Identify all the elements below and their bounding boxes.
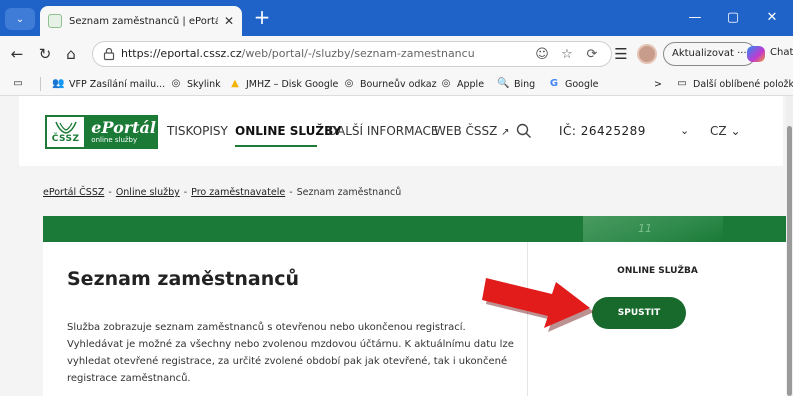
globe-icon: ◎ bbox=[171, 78, 181, 89]
minimize-button[interactable]: — bbox=[680, 8, 710, 28]
users-icon: 👥 bbox=[52, 78, 65, 89]
lock-icon[interactable] bbox=[102, 47, 116, 61]
new-tab-button[interactable]: + bbox=[252, 7, 272, 28]
language-switch[interactable]: CZ ⌄ bbox=[710, 124, 741, 138]
bookmarks-divider bbox=[40, 77, 41, 91]
bookmark-jmhz[interactable]: ▲ JMHZ – Disk Google bbox=[229, 76, 338, 92]
other-favorites-folder[interactable]: ▭ Další oblíbené položky bbox=[676, 76, 793, 92]
google-icon: G bbox=[549, 78, 559, 89]
chevron-down-icon[interactable]: ⌄ bbox=[680, 124, 689, 137]
favorite-star-icon[interactable]: ☆ bbox=[558, 46, 576, 64]
globe-icon: ◎ bbox=[344, 78, 354, 89]
breadcrumb-current: Seznam zaměstnanců bbox=[296, 187, 402, 198]
tab-strip-icon[interactable]: ▭ bbox=[10, 76, 31, 92]
folder-icon: ▭ bbox=[677, 78, 687, 89]
page-scrollbar-thumb[interactable] bbox=[787, 126, 792, 396]
breadcrumb-online-sluzby[interactable]: Online služby bbox=[116, 187, 180, 198]
nav-web-cssz[interactable]: WEB ČSSZ ↗ bbox=[434, 124, 510, 138]
banner-number: 11 bbox=[638, 222, 652, 235]
bookmarks-overflow-button[interactable]: > bbox=[654, 76, 662, 92]
update-button[interactable]: Aktualizovat ··· bbox=[663, 42, 756, 66]
nav-tiskopisy[interactable]: TISKOPISY bbox=[167, 124, 228, 138]
home-icon[interactable]: ⌂ bbox=[62, 45, 80, 63]
green-banner: 11 bbox=[43, 216, 786, 242]
cssz-emblem: ČSSZ bbox=[47, 117, 87, 147]
address-bar-row: ← ↻ ⌂ https://eportal.cssz.cz/web/portal… bbox=[0, 36, 793, 72]
nav-online-sluzby[interactable]: ONLINE SLUŽBY bbox=[235, 124, 341, 138]
banner-decoration: 11 bbox=[583, 216, 723, 242]
extensions-icon[interactable]: ⟳ bbox=[583, 46, 601, 64]
nav-dalsi-informace[interactable]: DALŠÍ INFORMACE bbox=[328, 124, 438, 138]
logo-subtitle: online služby bbox=[91, 135, 138, 144]
browser-titlebar: ⌄ Seznam zaměstnanců | ePortál ČSSZ ✕ + … bbox=[0, 0, 793, 36]
breadcrumb-separator: - bbox=[289, 187, 293, 198]
search-icon[interactable] bbox=[516, 123, 532, 139]
globe-icon: ◎ bbox=[441, 78, 451, 89]
drive-icon: ▲ bbox=[231, 78, 239, 89]
bookmark-bourne[interactable]: ◎ Bourneův odkaz bbox=[343, 76, 437, 92]
close-window-button[interactable]: ✕ bbox=[757, 8, 787, 28]
breadcrumb-separator: - bbox=[183, 187, 188, 198]
copilot-icon[interactable] bbox=[747, 46, 765, 62]
bookmarks-bar: ▭ 👥 VFP Zasílání mailu... ◎ Skylink ▲ JMHZ … bbox=[0, 72, 793, 96]
service-description-card: Seznam zaměstnanců Služba zobrazuje sezn… bbox=[43, 242, 527, 396]
favorites-list-icon[interactable]: ☰ bbox=[612, 45, 630, 63]
maximize-button[interactable]: ▢ bbox=[718, 8, 748, 28]
bookmark-skylink[interactable]: ◎ Skylink bbox=[170, 76, 221, 92]
logo-eportal-text: ePortál bbox=[91, 117, 156, 137]
tab-title: Seznam zaměstnanců | ePortál ČSSZ bbox=[69, 15, 218, 27]
logo-cssz-text: ČSSZ bbox=[51, 134, 80, 144]
breadcrumb-pro-zamestnavatele[interactable]: Pro zaměstnavatele bbox=[191, 187, 285, 198]
url-text: https://eportal.cssz.cz/web/portal/-/slu… bbox=[121, 47, 475, 60]
leaf-emblem-icon bbox=[54, 121, 77, 134]
browser-tab-active[interactable]: Seznam zaměstnanců | ePortál ČSSZ ✕ bbox=[40, 6, 242, 36]
breadcrumb-eportal[interactable]: ePortál ČSSZ bbox=[43, 187, 104, 198]
logo-eportal-block: ePortál online služby bbox=[86, 117, 156, 147]
page-title: Seznam zaměstnanců bbox=[67, 268, 300, 290]
tab-actions-button[interactable]: ⌄ bbox=[5, 8, 35, 30]
red-arrow-annotation bbox=[482, 278, 594, 332]
service-description: Služba zobrazuje seznam zaměstnanců s ot… bbox=[67, 322, 514, 384]
bookmark-google[interactable]: G Google bbox=[548, 76, 599, 92]
chevron-down-icon: ⌄ bbox=[730, 124, 741, 138]
search-icon: 🔍 bbox=[497, 78, 510, 89]
eportal-logo[interactable]: ČSSZ ePortál online služby bbox=[45, 115, 158, 149]
site-header: ČSSZ ePortál online služby TISKOPISY ONL… bbox=[19, 96, 783, 166]
profile-avatar[interactable] bbox=[637, 44, 657, 64]
reader-icon[interactable]: ☺ bbox=[533, 46, 551, 64]
back-arrow-icon[interactable]: ← bbox=[8, 45, 26, 63]
chevron-down-icon: ⌄ bbox=[15, 13, 25, 25]
bookmark-bing[interactable]: 🔍 Bing bbox=[497, 76, 535, 92]
bookmark-vfp[interactable]: 👥 VFP Zasílání mailu... bbox=[52, 76, 165, 92]
external-link-icon: ↗ bbox=[501, 127, 510, 138]
breadcrumb-separator: - bbox=[108, 187, 112, 198]
eportal-favicon-icon bbox=[48, 14, 62, 28]
company-id-label[interactable]: IČ: 26425289 bbox=[559, 124, 646, 138]
page-viewport: ČSSZ ePortál online služby TISKOPISY ONL… bbox=[0, 96, 793, 396]
nav-active-underline bbox=[235, 145, 317, 147]
bookmark-apple[interactable]: ◎ Apple bbox=[440, 76, 484, 92]
url-field[interactable]: https://eportal.cssz.cz/web/portal/-/slu… bbox=[92, 41, 612, 67]
breadcrumb: ePortál ČSSZ - Online služby - Pro zaměstnav… bbox=[43, 187, 401, 198]
chat-label[interactable]: Chat bbox=[770, 47, 793, 58]
close-tab-icon[interactable]: ✕ bbox=[224, 14, 234, 28]
refresh-icon[interactable]: ↻ bbox=[36, 45, 54, 63]
